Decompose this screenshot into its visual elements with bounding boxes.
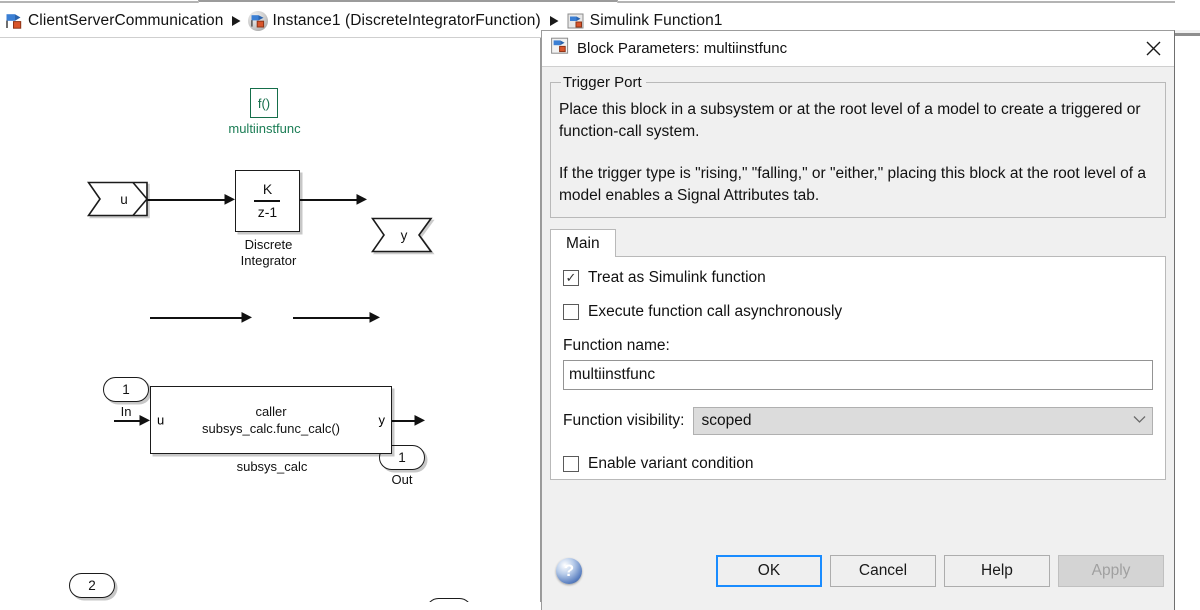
argument-outport-block[interactable]: y <box>371 217 433 253</box>
inport-block-2[interactable]: 2 <box>69 573 115 598</box>
execute-async-row[interactable]: Execute function call asynchronously <box>563 303 1153 321</box>
dialog-title-bar: Block Parameters: multiinstfunc <box>542 31 1174 67</box>
trigger-port-block[interactable]: f() multiinstfunc <box>228 88 301 136</box>
ok-button[interactable]: OK <box>716 555 822 587</box>
function-visibility-value: scoped <box>701 412 752 429</box>
treat-as-simulink-function-checkbox[interactable]: ✓ <box>563 270 579 286</box>
simulink-canvas[interactable]: f() multiinstfunc u K z-1 Discrete Integ… <box>0 38 541 602</box>
apply-button: Apply <box>1058 555 1164 587</box>
breadcrumb-item-model[interactable]: ClientServerCommunication <box>5 12 223 30</box>
caller-title: caller <box>255 404 287 419</box>
app-window: ClientServerCommunication Instance1 (Dis… <box>0 0 1200 610</box>
breadcrumb-separator-icon <box>549 15 560 27</box>
function-caller-label: subsys_calc <box>236 459 308 474</box>
simulink-model-instance-icon <box>248 10 269 31</box>
function-visibility-label: Function visibility: <box>563 412 685 429</box>
function-caller-block[interactable]: caller subsys_calc.func_calc() u y subsy… <box>150 386 392 474</box>
help-orb-icon[interactable]: ? <box>556 558 582 584</box>
outport-block-2[interactable]: 2 <box>426 598 472 602</box>
caller-signature: subsys_calc.func_calc() <box>202 421 340 436</box>
dialog-button-row: OK Cancel Help Apply <box>716 555 1164 587</box>
dialog-body: Trigger Port Place this block in a subsy… <box>542 67 1174 532</box>
argument-inport-block[interactable]: u <box>87 181 149 217</box>
integrator-numerator: K <box>262 180 273 197</box>
function-name-input[interactable]: multiinstfunc <box>563 360 1153 390</box>
function-name-label: Function name: <box>563 337 670 354</box>
function-visibility-row: Function visibility: scoped <box>563 407 1153 435</box>
breadcrumb-item-instance[interactable]: Instance1 (DiscreteIntegratorFunction) <box>248 10 541 31</box>
dialog-tab-row: Main <box>550 228 1166 257</box>
close-icon[interactable] <box>1138 34 1168 64</box>
function-visibility-select[interactable]: scoped <box>693 407 1153 435</box>
tab-rail-left <box>0 1 198 3</box>
tab-main[interactable]: Main <box>550 229 616 257</box>
inport-number: 1 <box>103 377 149 402</box>
discrete-integrator-block[interactable]: K z-1 Discrete Integrator <box>235 170 300 268</box>
integrator-denominator: z-1 <box>257 203 278 220</box>
dialog-title: Block Parameters: multiinstfunc <box>577 40 788 57</box>
simulink-block-icon <box>551 37 569 60</box>
outport-number: 2 <box>426 598 472 602</box>
execute-async-label: Execute function call asynchronously <box>588 303 843 320</box>
wire-gain-to-out <box>293 317 373 319</box>
execute-async-checkbox[interactable] <box>563 304 579 320</box>
enable-variant-condition-row[interactable]: Enable variant condition <box>563 455 1153 473</box>
breadcrumb-label: Instance1 (DiscreteIntegratorFunction) <box>272 11 541 29</box>
arrowhead-icon <box>356 193 368 206</box>
right-background <box>1175 0 1200 610</box>
caller-input-port-label: u <box>157 412 165 428</box>
description-paragraph-1: Place this block in a subsystem or at th… <box>559 101 1141 140</box>
breadcrumb-label: Simulink Function1 <box>589 11 723 29</box>
chevron-down-icon <box>1133 415 1146 427</box>
simulink-function-icon <box>567 12 585 30</box>
dialog-footer: ? OK Cancel Help Apply <box>542 532 1174 610</box>
help-button[interactable]: Help <box>944 555 1050 587</box>
argument-outport-label: y <box>400 227 408 243</box>
right-strip-dark <box>1175 33 1200 36</box>
fraction-bar <box>254 200 281 202</box>
arrowhead-icon <box>414 414 426 427</box>
trigger-port-description: Place this block in a subsystem or at th… <box>559 99 1157 207</box>
simulink-model-icon <box>5 12 23 30</box>
main-tab-panel: ✓ Treat as Simulink function Execute fun… <box>550 256 1166 480</box>
trigger-port-legend: Trigger Port <box>563 74 642 91</box>
treat-as-simulink-function-row[interactable]: ✓ Treat as Simulink function <box>563 269 1153 287</box>
inport-number: 2 <box>69 573 115 598</box>
check-mark-icon: ✓ <box>565 270 577 285</box>
trigger-port-group: Trigger Port Place this block in a subsy… <box>550 74 1166 218</box>
wire-u-to-integrator <box>146 199 226 201</box>
discrete-integrator-label: Discrete Integrator <box>240 237 297 268</box>
description-paragraph-2: If the trigger type is "rising," "fallin… <box>559 165 1146 204</box>
arrowhead-icon <box>241 311 253 324</box>
breadcrumb-label: ClientServerCommunication <box>28 11 224 29</box>
wire-in-to-gain <box>150 317 245 319</box>
enable-variant-condition-checkbox[interactable] <box>563 456 579 472</box>
tab-rail-right <box>618 1 1200 3</box>
wire-integrator-to-y <box>300 199 360 201</box>
editor-tab-active[interactable] <box>198 0 618 3</box>
enable-variant-condition-label: Enable variant condition <box>588 455 754 472</box>
block-parameters-dialog: Block Parameters: multiinstfunc Trigger … <box>541 30 1175 610</box>
caller-output-port-label: y <box>378 412 386 428</box>
trigger-port-glyph: f() <box>250 88 278 118</box>
breadcrumb-separator-icon <box>231 15 242 27</box>
arrowhead-icon <box>369 311 381 324</box>
treat-as-simulink-function-label: Treat as Simulink function <box>588 269 766 286</box>
inport-block-1[interactable]: 1 In <box>103 377 149 419</box>
cancel-button[interactable]: Cancel <box>830 555 936 587</box>
argument-inport-label: u <box>120 191 128 207</box>
trigger-port-label: multiinstfunc <box>228 121 301 136</box>
breadcrumb-item-simulink-function[interactable]: Simulink Function1 <box>567 12 723 30</box>
